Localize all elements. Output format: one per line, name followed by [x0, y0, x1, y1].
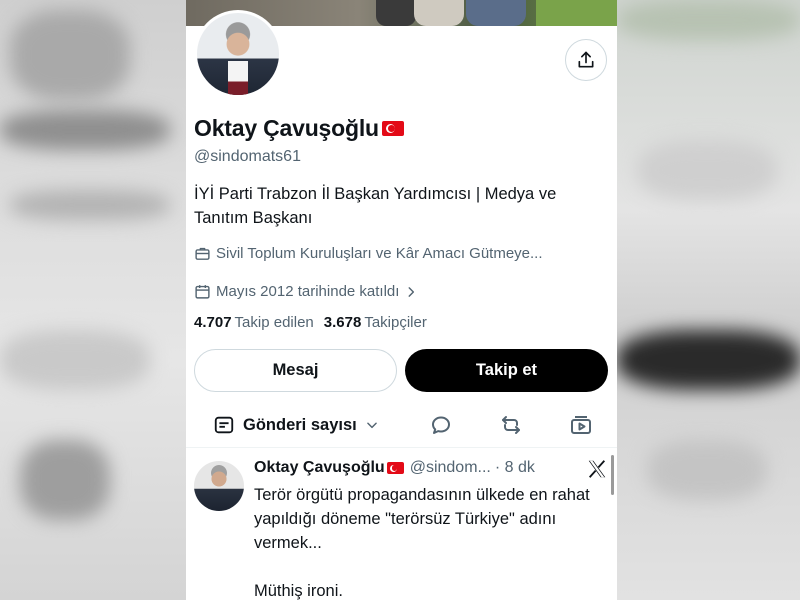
blurred-background-right	[617, 0, 800, 600]
repost-icon	[502, 416, 520, 434]
post-text: Terör örgütü propagandasının ülkede en r…	[254, 486, 590, 600]
profile-name: Oktay Çavuşoğlu	[194, 115, 404, 142]
message-button[interactable]: Mesaj	[194, 349, 397, 392]
blurred-background-left	[0, 0, 186, 600]
profile-screen: Oktay Çavuşoğlu @sindomats61 İYİ Parti T…	[186, 0, 617, 600]
briefcase-icon	[195, 247, 210, 260]
posts-icon	[214, 416, 234, 434]
tab-media[interactable]	[568, 412, 594, 438]
following-label: Takip edilen	[234, 314, 314, 331]
x-logo-icon	[588, 460, 606, 478]
profile-joined-text: Mayıs 2012 tarihinde katıldı	[216, 283, 400, 300]
followers-label: Takipçiler	[364, 314, 427, 331]
profile-handle: @sindomats61	[194, 148, 301, 165]
post-header: Oktay Çavuşoğlu @sindom... · 8 dk	[254, 459, 535, 477]
profile-tabs: Gönderi sayısı	[186, 400, 617, 448]
reply-icon	[432, 416, 450, 434]
share-button[interactable]	[565, 39, 607, 81]
follow-button[interactable]: Takip et	[405, 349, 608, 392]
post-author-avatar[interactable]	[194, 461, 244, 511]
chevron-right-icon	[408, 286, 415, 297]
profile-name-text: Oktay Çavuşoğlu	[194, 115, 379, 141]
turkey-flag-icon	[386, 462, 404, 474]
turkey-flag-icon	[381, 121, 404, 136]
calendar-icon	[195, 285, 210, 299]
scrollbar[interactable]	[611, 455, 614, 495]
following-count: 4.707	[194, 314, 232, 331]
profile-category: Sivil Toplum Kuruluşları ve Kâr Amacı Gü…	[194, 245, 543, 262]
profile-bio: İYİ Parti Trabzon İl Başkan Yardımcısı |…	[194, 185, 557, 227]
share-icon	[578, 51, 594, 68]
post-item[interactable]: Oktay Çavuşoğlu @sindom... · 8 dk Terör …	[186, 448, 617, 600]
tab-replies[interactable]	[428, 412, 454, 438]
post-timestamp[interactable]: · 8 dk	[495, 459, 535, 477]
followers-stat[interactable]: 3.678 Takipçiler	[324, 314, 427, 331]
tab-posts-label: Gönderi sayısı	[243, 415, 357, 434]
profile-avatar[interactable]	[194, 10, 282, 98]
post-author-name[interactable]: Oktay Çavuşoğlu	[254, 459, 385, 477]
tab-posts[interactable]: Gönderi sayısı	[213, 412, 379, 438]
tab-reposts[interactable]	[498, 412, 524, 438]
followers-count: 3.678	[323, 314, 362, 331]
following-stat[interactable]: 4.707 Takip edilen	[194, 314, 314, 331]
media-icon	[571, 416, 591, 434]
post-author-handle[interactable]: @sindom...	[410, 459, 491, 477]
profile-stats: 4.707 Takip edilen 3.678 Takipçiler	[194, 314, 427, 331]
profile-category-text: Sivil Toplum Kuruluşları ve Kâr Amacı Gü…	[216, 245, 543, 262]
profile-joined[interactable]: Mayıs 2012 tarihinde katıldı	[194, 283, 418, 300]
chevron-down-icon	[366, 422, 377, 429]
